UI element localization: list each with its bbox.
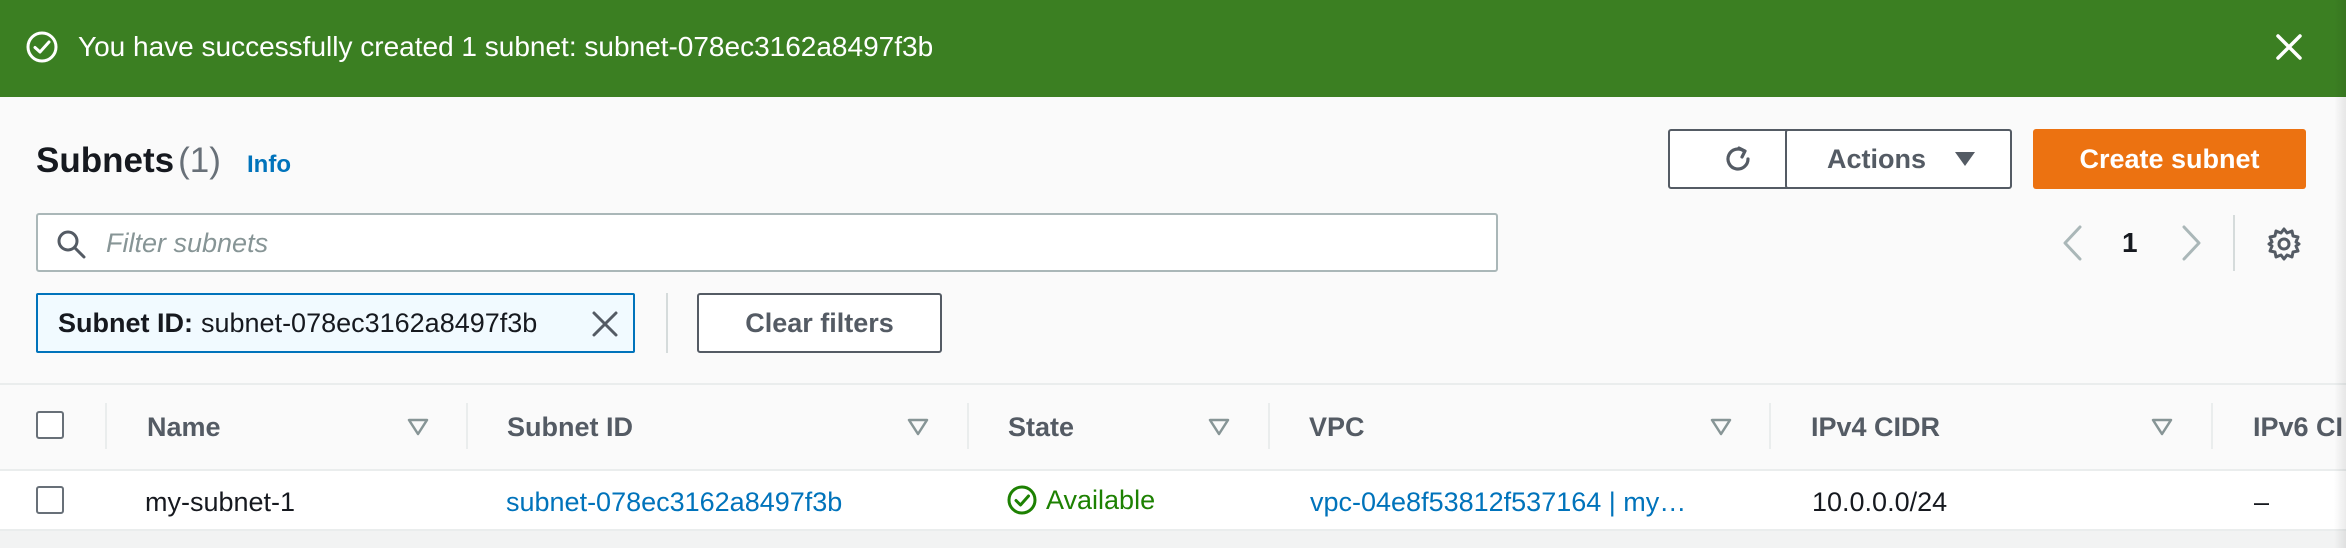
previous-page-icon[interactable] bbox=[2060, 224, 2084, 262]
filter-token: Subnet ID: subnet-078ec3162a8497f3b bbox=[36, 293, 635, 353]
table-header bbox=[0, 385, 2346, 470]
actions-label: Actions bbox=[1827, 143, 1927, 174]
column-divider bbox=[105, 403, 107, 449]
column-header-state[interactable]: State bbox=[1008, 410, 1074, 444]
info-link[interactable]: Info bbox=[247, 150, 291, 180]
filter-token-key: Subnet ID: bbox=[58, 307, 193, 338]
divider bbox=[666, 293, 668, 353]
column-header-name[interactable]: Name bbox=[147, 410, 221, 444]
cell-ipv6-cidr: – bbox=[2254, 487, 2270, 517]
cell-ipv4-cidr: 10.0.0.0/24 bbox=[1812, 487, 1948, 517]
banner-message: You have successfully created 1 subnet: … bbox=[78, 31, 934, 62]
next-page-icon[interactable] bbox=[2180, 224, 2204, 262]
column-divider bbox=[967, 403, 969, 449]
row-checkbox[interactable] bbox=[36, 486, 64, 514]
cell-state: Available bbox=[1006, 483, 1155, 517]
column-header-ipv6-cidr[interactable]: IPv6 CI bbox=[2253, 410, 2343, 444]
clear-filters-button[interactable]: Clear filters bbox=[697, 293, 942, 353]
gear-icon[interactable] bbox=[2266, 226, 2302, 262]
scroll-edge bbox=[2334, 0, 2346, 548]
sort-icon[interactable] bbox=[1710, 418, 1732, 436]
current-page[interactable]: 1 bbox=[2122, 226, 2138, 260]
column-divider bbox=[1769, 403, 1771, 449]
actions-button[interactable]: Actions bbox=[1785, 129, 2012, 189]
page-title-text: Subnets bbox=[36, 141, 175, 180]
close-icon[interactable] bbox=[2272, 30, 2306, 64]
sort-icon[interactable] bbox=[2151, 418, 2173, 436]
caret-down-icon bbox=[1955, 152, 1976, 166]
search-input[interactable] bbox=[106, 223, 1476, 263]
divider bbox=[2233, 215, 2235, 271]
cell-vpc-link[interactable]: vpc-04e8f53812f537164 | my… bbox=[1310, 485, 1686, 519]
column-header-vpc[interactable]: VPC bbox=[1309, 410, 1365, 444]
table-row[interactable] bbox=[0, 471, 2346, 529]
refresh-icon bbox=[1725, 146, 1750, 171]
cell-name: my-subnet-1 bbox=[145, 487, 296, 517]
column-header-subnet-id[interactable]: Subnet ID bbox=[507, 410, 633, 444]
subnet-count: (1) bbox=[178, 141, 221, 180]
remove-filter-icon[interactable] bbox=[590, 309, 620, 339]
column-divider bbox=[466, 403, 468, 449]
column-divider bbox=[2211, 403, 2213, 449]
table-footer bbox=[0, 531, 2346, 548]
sort-icon[interactable] bbox=[407, 418, 429, 436]
check-circle-icon bbox=[1007, 485, 1037, 515]
page-title: Subnets (1) bbox=[36, 140, 221, 182]
search-icon bbox=[57, 230, 86, 259]
filter-token-value: subnet-078ec3162a8497f3b bbox=[201, 307, 538, 338]
state-label: Available bbox=[1046, 485, 1156, 515]
success-banner: You have successfully created 1 subnet: … bbox=[0, 0, 2346, 97]
filter-search-box bbox=[36, 213, 1498, 272]
sort-icon[interactable] bbox=[907, 418, 929, 436]
sort-icon[interactable] bbox=[1208, 418, 1230, 436]
check-circle-icon bbox=[26, 31, 58, 63]
create-subnet-button[interactable]: Create subnet bbox=[2033, 129, 2306, 189]
column-divider bbox=[1268, 403, 1270, 449]
column-header-ipv4-cidr[interactable]: IPv4 CIDR bbox=[1811, 410, 1940, 444]
cell-subnet-id-link[interactable]: subnet-078ec3162a8497f3b bbox=[506, 485, 842, 519]
select-all-checkbox[interactable] bbox=[36, 411, 64, 439]
